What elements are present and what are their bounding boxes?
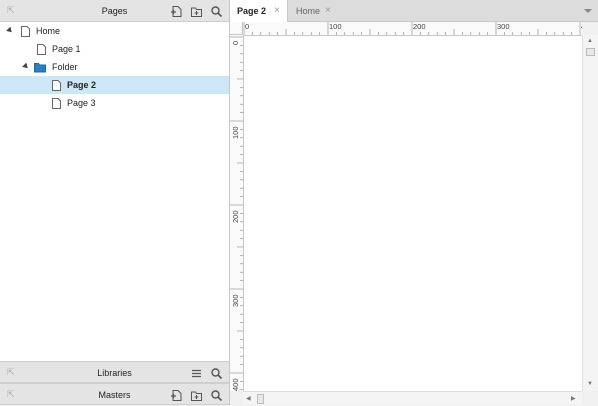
tree-item-label: Folder <box>52 62 78 72</box>
page-icon <box>52 98 61 109</box>
tree-item-page-1[interactable]: Page 1 <box>0 40 229 58</box>
search-icon[interactable] <box>210 367 223 380</box>
page-icon <box>21 26 30 37</box>
vertical-scroll-thumb[interactable] <box>586 48 595 56</box>
tree-item-label: Page 2 <box>67 80 97 90</box>
ruler-label: 400 <box>231 378 240 391</box>
tree-item-folder[interactable]: Folder <box>0 58 229 76</box>
design-canvas[interactable] <box>244 36 582 391</box>
ruler-label: 200 <box>231 210 240 223</box>
tree-item-label: Home <box>36 26 61 36</box>
left-panel: ⇱ Pages Home Page 1 Folder Page 2 Page 3… <box>0 0 230 405</box>
add-page-icon[interactable] <box>170 389 183 402</box>
close-icon[interactable]: × <box>325 0 331 22</box>
ruler-label: 200 <box>413 22 426 31</box>
vertical-scrollbar[interactable]: ▲ ▼ <box>582 35 598 391</box>
tree-item-home[interactable]: Home <box>0 22 229 40</box>
ruler-label: 0 <box>231 40 240 45</box>
vertical-ruler: 0 100 200 300 400 <box>230 35 244 391</box>
tab-list-dropdown-icon[interactable] <box>584 9 592 13</box>
scroll-down-arrow-icon[interactable]: ▼ <box>587 380 593 388</box>
menu-icon[interactable] <box>190 367 203 380</box>
ruler-label: 100 <box>231 126 240 139</box>
tab-label: Page 2 <box>237 6 267 16</box>
horizontal-scroll-thumb[interactable] <box>257 394 264 404</box>
scroll-up-arrow-icon[interactable]: ▲ <box>587 37 593 45</box>
pages-tree: Home Page 1 Folder Page 2 Page 3 <box>0 22 229 112</box>
scroll-corner <box>582 391 598 405</box>
tab-label: Home <box>296 6 321 16</box>
document-tabs: Page 2 × Home × <box>230 0 598 23</box>
horizontal-scrollbar[interactable]: ◀ ▶ <box>243 391 582 405</box>
tree-item-page-2[interactable]: Page 2 <box>0 76 229 94</box>
close-icon[interactable]: × <box>274 0 280 22</box>
add-folder-icon[interactable] <box>190 389 203 402</box>
search-icon[interactable] <box>210 389 223 402</box>
ruler-label: 300 <box>231 294 240 307</box>
ruler-corner <box>230 22 243 35</box>
tab-page-2[interactable]: Page 2 × <box>230 0 288 23</box>
page-icon <box>52 80 61 91</box>
page-icon <box>37 44 46 55</box>
collapse-arrow-icon[interactable] <box>22 62 30 71</box>
tree-item-page-3[interactable]: Page 3 <box>0 94 229 112</box>
masters-panel-header[interactable]: ⇱ Masters <box>0 383 229 405</box>
libraries-panel-header[interactable]: ⇱ Libraries <box>0 361 229 383</box>
search-icon[interactable] <box>210 5 223 18</box>
add-folder-icon[interactable] <box>190 5 203 18</box>
horizontal-ruler: 0 100 200 300 40 <box>243 22 582 36</box>
scroll-right-arrow-icon[interactable]: ▶ <box>571 395 576 403</box>
pages-panel-header: ⇱ Pages <box>0 0 229 22</box>
ruler-label: 100 <box>329 22 342 31</box>
folder-icon <box>34 63 46 73</box>
tree-item-label: Page 1 <box>52 44 81 54</box>
tab-home[interactable]: Home × <box>289 0 341 22</box>
ruler-label: 300 <box>497 22 510 31</box>
tree-item-label: Page 3 <box>67 98 96 108</box>
collapse-arrow-icon[interactable] <box>6 26 14 35</box>
add-page-icon[interactable] <box>170 5 183 18</box>
ruler-label: 40 <box>581 22 582 31</box>
ruler-label: 0 <box>245 22 250 31</box>
scroll-left-arrow-icon[interactable]: ◀ <box>246 395 251 403</box>
